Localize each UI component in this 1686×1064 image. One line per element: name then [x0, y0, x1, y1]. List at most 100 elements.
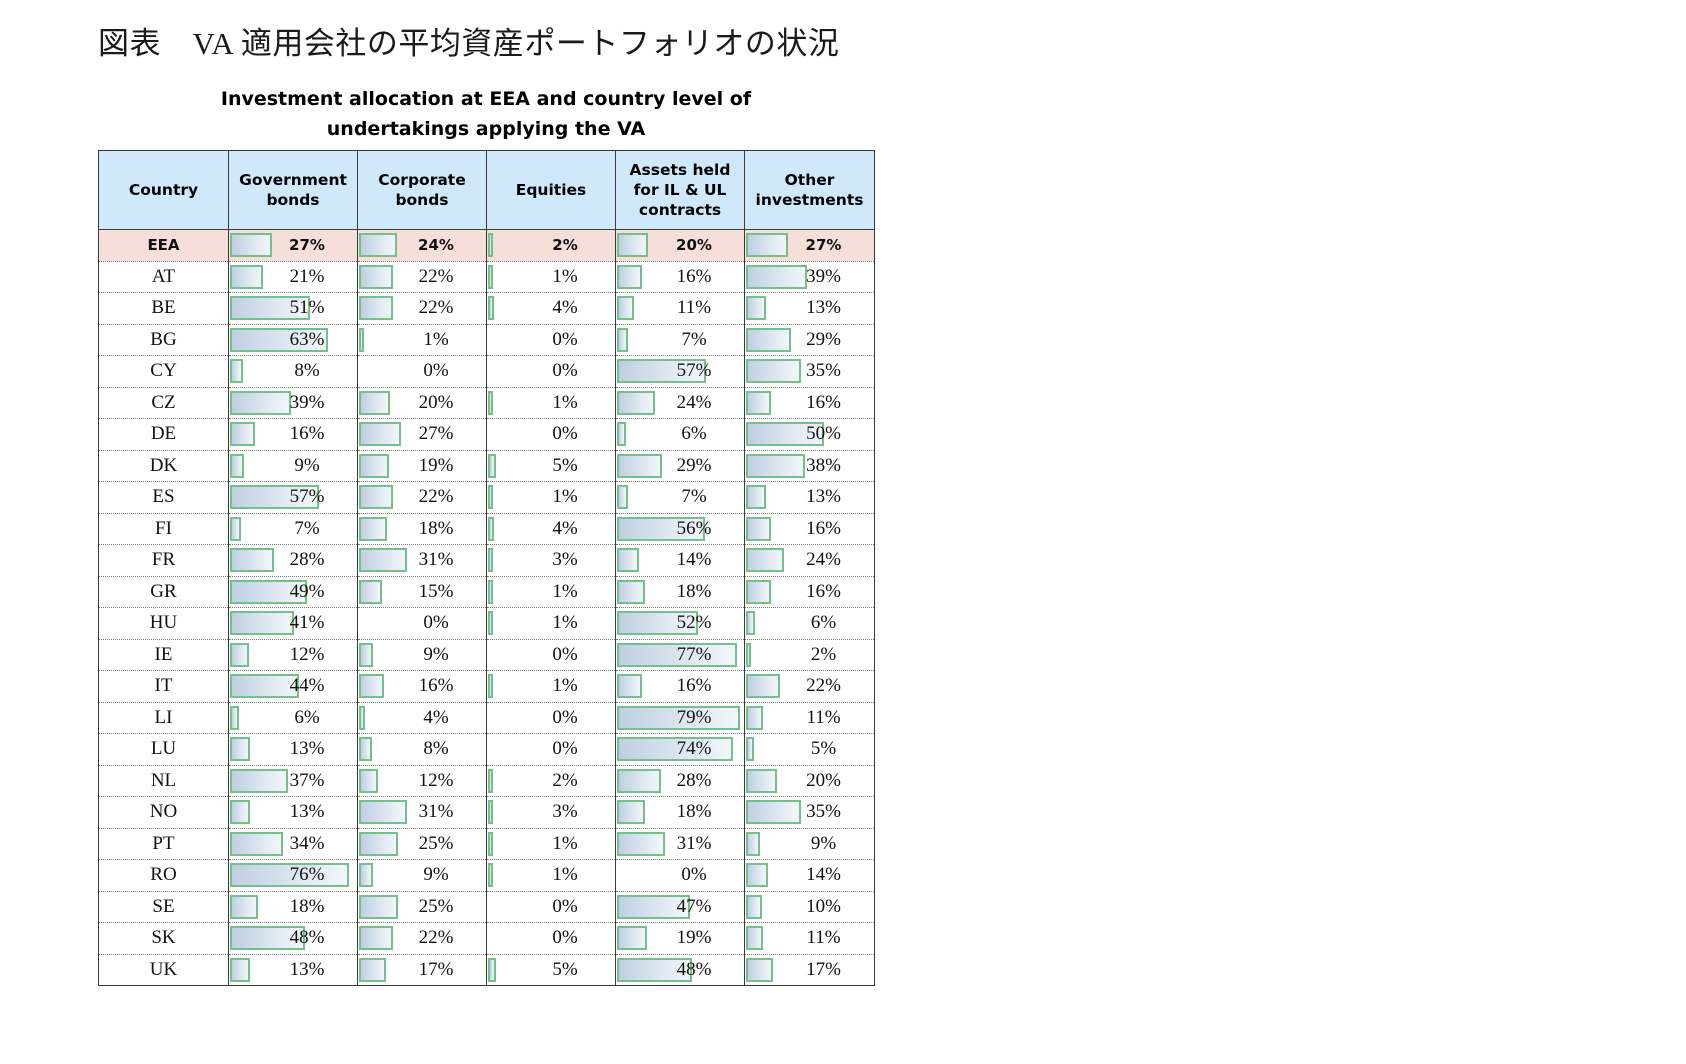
value-cell-inner: 20%	[745, 766, 874, 797]
value-label: 6%	[810, 612, 837, 633]
value-cell-inner: 17%	[745, 955, 874, 986]
value-cell-inner: 52%	[616, 608, 744, 639]
column-header-assets-held-for-il-ul-contracts: Assets held for IL & UL contracts	[615, 150, 745, 230]
value-cell-inner: 37%	[229, 766, 357, 797]
value-cell: 0%	[486, 324, 616, 356]
value-label: 79%	[676, 706, 712, 728]
value-cell: 18%	[615, 576, 745, 608]
value-cell: 13%	[228, 954, 358, 986]
value-label: 38%	[806, 454, 841, 476]
value-cell: 28%	[615, 765, 745, 797]
value-label: 63%	[289, 328, 325, 350]
value-cell: 47%	[615, 891, 745, 923]
table-row: SE 18% 25% 0% 47% 10%	[98, 891, 875, 923]
value-cell: 51%	[228, 292, 358, 325]
value-cell-inner: 31%	[358, 545, 486, 576]
value-cell-inner: 57%	[616, 356, 744, 387]
value-cell-inner: 24%	[616, 388, 744, 419]
value-label: 24%	[806, 549, 841, 570]
value-cell: 1%	[486, 576, 616, 608]
value-cell: 37%	[228, 765, 358, 797]
value-cell-inner: 0%	[616, 860, 744, 891]
country-label: DK	[149, 454, 178, 476]
value-cell: 27%	[228, 229, 358, 262]
value-label: 16%	[806, 517, 841, 539]
value-cell-inner: 9%	[745, 829, 874, 860]
value-cell-inner: 31%	[616, 829, 744, 860]
value-cell-inner: 27%	[229, 230, 357, 261]
country-cell: DE	[98, 418, 229, 451]
column-header-equities: Equities	[486, 150, 616, 230]
value-label: 29%	[806, 328, 841, 350]
value-cell-inner: 1%	[487, 671, 615, 702]
value-cell-inner: 22%	[358, 262, 486, 293]
country-label: SK	[151, 927, 176, 949]
table-row: FI 7% 18% 4% 56% 16%	[98, 513, 875, 545]
value-label: 10%	[806, 895, 841, 917]
value-cell-inner: 8%	[358, 734, 486, 765]
value-cell: 18%	[615, 796, 745, 829]
value-cell: 11%	[615, 292, 745, 325]
value-cell-inner: 1%	[487, 262, 615, 293]
value-cell: 0%	[615, 859, 745, 892]
value-cell: 0%	[486, 418, 616, 451]
value-label: 8%	[423, 738, 449, 759]
value-cell-inner: 27%	[358, 419, 486, 450]
value-cell-inner: 5%	[487, 955, 615, 986]
value-cell-inner: 79%	[616, 703, 744, 734]
value-cell: 9%	[357, 859, 487, 892]
value-cell: 0%	[486, 922, 616, 955]
value-cell-inner: 4%	[358, 703, 486, 734]
column-header-line: Government	[239, 171, 347, 189]
value-label: 57%	[289, 486, 325, 507]
value-label: 17%	[418, 958, 454, 980]
table-row: GR 49% 15% 1% 18% 16%	[98, 576, 875, 608]
value-cell-inner: 13%	[745, 482, 874, 513]
value-cell: 9%	[228, 450, 358, 482]
value-cell: 79%	[615, 702, 745, 734]
value-cell-inner: 15%	[358, 577, 486, 608]
column-header-line: Corporate	[378, 171, 466, 189]
value-label: 56%	[676, 517, 712, 539]
value-cell: 52%	[615, 607, 745, 640]
value-label: 57%	[676, 360, 712, 381]
value-cell-inner: 9%	[229, 451, 357, 482]
country-label: NO	[149, 801, 178, 823]
table-body: EEA 27% 24% 2% 20% 27% AT 21% 22% 1% 16% 39% BE 51% 22…	[98, 229, 875, 986]
value-cell: 0%	[486, 639, 616, 671]
table-row: CY 8% 0% 0% 57% 35%	[98, 355, 875, 388]
country-cell: SE	[98, 891, 229, 923]
value-cell-inner: 0%	[487, 923, 615, 954]
value-cell: 34%	[228, 828, 358, 860]
value-label: 16%	[806, 391, 841, 413]
value-cell-inner: 2%	[487, 230, 615, 261]
value-cell-inner: 13%	[229, 797, 357, 828]
value-cell: 76%	[228, 859, 358, 892]
value-label: 1%	[552, 675, 578, 696]
value-cell-inner: 6%	[229, 703, 357, 734]
value-cell: 35%	[744, 796, 875, 829]
value-cell-inner: 1%	[487, 388, 615, 419]
value-cell: 3%	[486, 796, 616, 829]
table-row: LI 6% 4% 0% 79% 11%	[98, 702, 875, 734]
value-label: 7%	[681, 486, 707, 507]
value-cell-inner: 16%	[616, 262, 744, 293]
value-cell-inner: 14%	[745, 860, 874, 891]
table-row: DE 16% 27% 0% 6% 50%	[98, 418, 875, 451]
value-label: 31%	[418, 549, 454, 570]
value-label: 5%	[552, 454, 578, 476]
value-cell-inner: 56%	[616, 514, 744, 545]
value-cell-inner: 35%	[745, 356, 874, 387]
value-label: 16%	[418, 675, 454, 696]
value-label: 27%	[289, 236, 325, 254]
value-label: 20%	[676, 236, 712, 254]
value-label: 16%	[289, 423, 325, 444]
value-cell-inner: 0%	[358, 608, 486, 639]
country-cell: FI	[98, 513, 229, 545]
value-label: 16%	[676, 675, 712, 696]
value-label: 1%	[552, 580, 578, 602]
value-cell: 27%	[357, 418, 487, 451]
value-label: 21%	[289, 265, 325, 287]
country-cell: LI	[98, 702, 229, 734]
value-cell-inner: 0%	[487, 640, 615, 671]
